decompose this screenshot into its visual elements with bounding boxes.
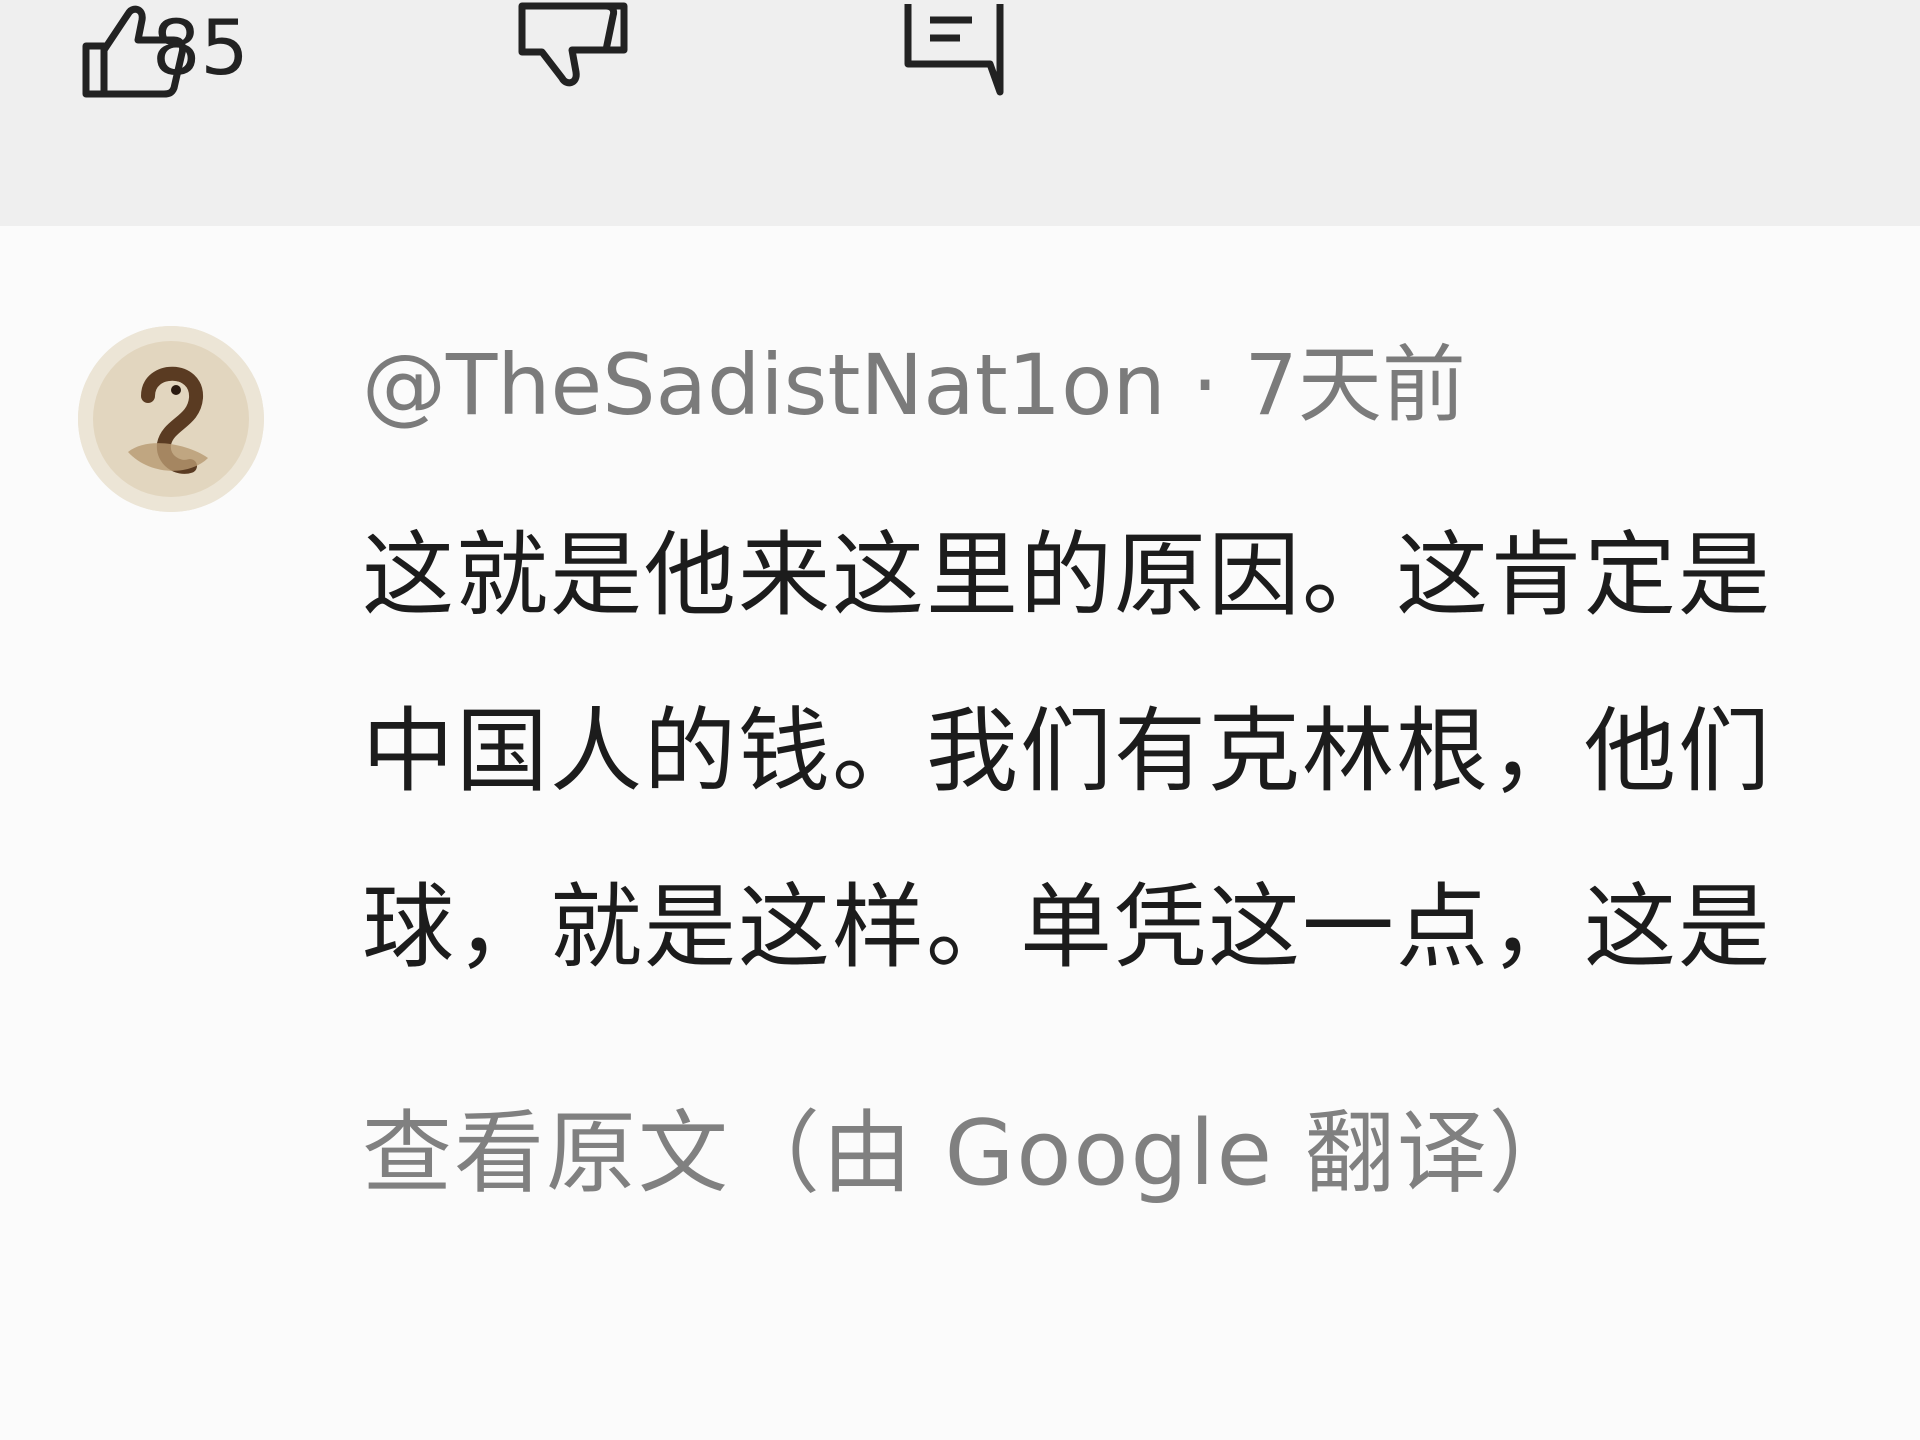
comment-text-line: 球，就是这样。单凭这一点，这是 bbox=[362, 874, 1773, 981]
avatar-image bbox=[78, 326, 264, 512]
comment-meta: @TheSadistNat1on · 7天前 bbox=[362, 330, 1466, 440]
like-count: 85 bbox=[152, 3, 249, 92]
view-original-link[interactable]: 查看原文（由 Google 翻译） bbox=[362, 1094, 1581, 1214]
previous-comment-action-bar: 85 bbox=[0, 0, 1920, 226]
comment-text-line: 这就是他来这里的原因。这肯定是 bbox=[362, 522, 1773, 629]
comment: @TheSadistNat1on · 7天前 这就是他来这里的原因。这肯定是 中国人… bbox=[0, 226, 1920, 1440]
comment-text-line: 中国人的钱。我们有克林根，他们 bbox=[362, 698, 1773, 805]
reply-icon bbox=[900, 0, 1010, 100]
avatar[interactable] bbox=[78, 326, 264, 512]
comment-viewport: 85 @TheSadistNat1on · 7天前 这就是他来这里的原因。这肯定… bbox=[0, 0, 1920, 1440]
comment-time[interactable]: 7天前 bbox=[1244, 336, 1465, 434]
reply-button[interactable] bbox=[900, 0, 1010, 100]
thumbs-down-icon bbox=[512, 0, 632, 100]
author-handle[interactable]: @TheSadistNat1on bbox=[362, 336, 1166, 434]
comment-text: 这就是他来这里的原因。这肯定是 中国人的钱。我们有克林根，他们 球，就是这样。单… bbox=[362, 488, 1920, 1028]
meta-separator: · bbox=[1191, 336, 1219, 434]
dislike-button[interactable] bbox=[512, 0, 632, 100]
